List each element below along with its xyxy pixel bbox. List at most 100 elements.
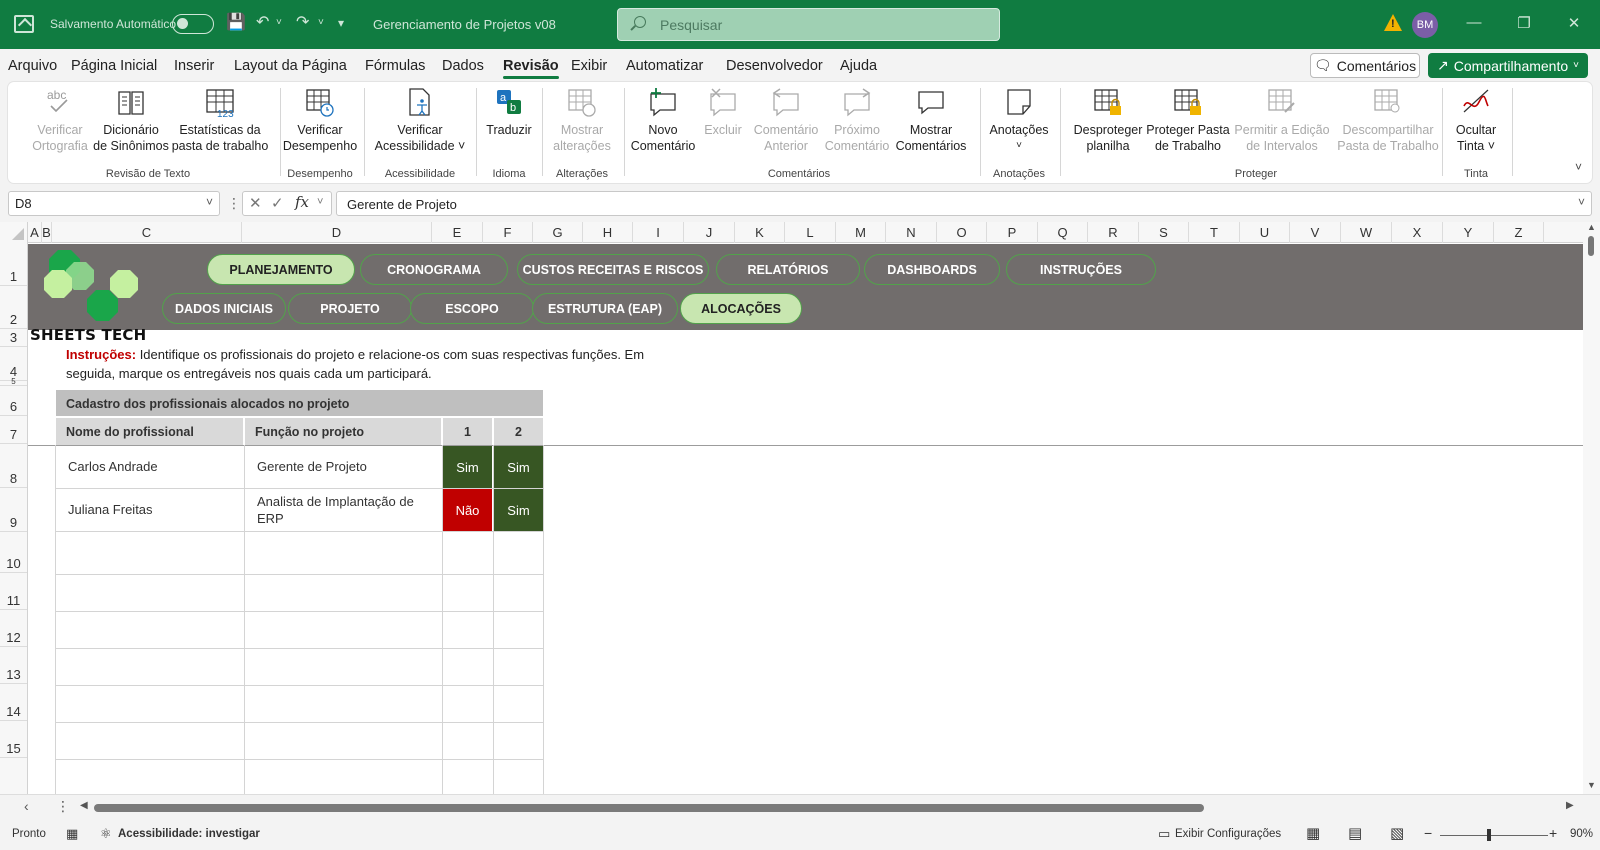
header-funcao[interactable]: Função no projeto bbox=[245, 418, 441, 445]
row-header[interactable]: 15 bbox=[0, 721, 27, 758]
row-header[interactable]: 9 bbox=[0, 488, 27, 532]
macro-record-icon[interactable]: ▦ bbox=[66, 826, 78, 842]
nav-pill[interactable]: DADOS INICIAIS bbox=[162, 293, 286, 324]
vertical-scroll-thumb[interactable] bbox=[1588, 236, 1594, 256]
tab-revisao[interactable]: Revisão bbox=[503, 58, 559, 79]
zoom-slider-knob[interactable] bbox=[1487, 829, 1491, 841]
name-box[interactable]: D8 ˅ bbox=[8, 191, 220, 216]
new-comment-button[interactable]: Novo Comentário bbox=[630, 86, 696, 154]
nav-pill[interactable]: PLANEJAMENTO bbox=[207, 254, 355, 285]
cell-entregavel-1[interactable]: Sim bbox=[443, 446, 492, 488]
close-icon[interactable]: ✕ bbox=[1564, 14, 1584, 32]
column-header[interactable]: H bbox=[583, 222, 633, 243]
column-header[interactable]: G bbox=[533, 222, 583, 243]
chevron-down-icon[interactable]: ˅ bbox=[206, 195, 213, 209]
column-header[interactable]: O bbox=[937, 222, 987, 243]
column-header[interactable]: E bbox=[432, 222, 483, 243]
zoom-out-icon[interactable]: − bbox=[1424, 825, 1432, 841]
column-header[interactable]: T bbox=[1189, 222, 1240, 243]
row-header[interactable]: 11 bbox=[0, 573, 27, 610]
tab-arquivo[interactable]: Arquivo bbox=[8, 58, 57, 74]
restore-icon[interactable]: ❐ bbox=[1514, 14, 1534, 32]
thesaurus-button[interactable]: Dicionário de Sinônimos bbox=[86, 86, 176, 154]
more-options-icon[interactable]: ⋮ bbox=[227, 195, 241, 212]
row-header[interactable]: 10 bbox=[0, 532, 27, 573]
minimize-icon[interactable]: — bbox=[1464, 14, 1484, 31]
column-header[interactable]: Z bbox=[1494, 222, 1544, 243]
insert-function-icon[interactable]: fx bbox=[295, 193, 309, 211]
delete-comment-button[interactable]: Excluir bbox=[698, 86, 748, 138]
column-header[interactable]: J bbox=[684, 222, 735, 243]
share-button[interactable]: ↗ Compartilhamento ˅ bbox=[1428, 53, 1588, 78]
accessibility-status[interactable]: Acessibilidade: investigar bbox=[118, 828, 260, 840]
horizontal-scroll-thumb[interactable] bbox=[94, 804, 1204, 812]
autosave-toggle[interactable] bbox=[172, 14, 214, 34]
expand-formula-icon[interactable]: ˅ bbox=[1578, 195, 1585, 209]
allow-edit-ranges-button[interactable]: Permitir a Edição de Intervalos bbox=[1230, 86, 1334, 154]
scroll-right-icon[interactable]: ▶ bbox=[1566, 800, 1574, 811]
avatar[interactable]: BM bbox=[1412, 12, 1438, 38]
zoom-slider[interactable] bbox=[1440, 835, 1548, 836]
row-header[interactable]: 7 bbox=[0, 416, 27, 444]
more-sheets-icon[interactable]: ⋮ bbox=[56, 798, 70, 815]
nav-pill[interactable]: ALOCAÇÕES bbox=[680, 293, 802, 324]
hide-ink-button[interactable]: Ocultar Tinta ˅ bbox=[1446, 86, 1506, 154]
redo-dropdown-icon[interactable]: ˅ bbox=[318, 13, 324, 33]
tab-ajuda[interactable]: Ajuda bbox=[840, 58, 877, 74]
row-header[interactable]: 14 bbox=[0, 684, 27, 721]
column-header[interactable]: W bbox=[1341, 222, 1392, 243]
scroll-left-icon[interactable]: ◀ bbox=[80, 800, 88, 811]
column-header[interactable]: L bbox=[785, 222, 836, 243]
next-comment-button[interactable]: Próximo Comentário bbox=[822, 86, 892, 154]
column-header[interactable]: B bbox=[42, 222, 52, 243]
row-header[interactable]: 12 bbox=[0, 610, 27, 647]
nav-pill[interactable]: CRONOGRAMA bbox=[360, 254, 508, 285]
redo-icon[interactable]: ↷ bbox=[296, 13, 309, 33]
undo-icon[interactable]: ↶ bbox=[256, 13, 269, 33]
vertical-scrollbar[interactable]: ▲ ▼ bbox=[1583, 222, 1600, 794]
nav-pill[interactable]: ESTRUTURA (EAP) bbox=[532, 293, 678, 324]
column-header[interactable]: X bbox=[1392, 222, 1443, 243]
column-header[interactable]: I bbox=[633, 222, 684, 243]
cell-nome[interactable]: Carlos Andrade bbox=[56, 445, 243, 488]
column-header[interactable]: D bbox=[242, 222, 432, 243]
column-header[interactable]: N bbox=[886, 222, 937, 243]
previous-sheet-icon[interactable]: ‹ bbox=[24, 798, 29, 814]
nav-pill[interactable]: INSTRUÇÕES bbox=[1006, 254, 1156, 285]
collapse-ribbon-icon[interactable]: ˅ bbox=[1575, 160, 1582, 174]
protect-workbook-button[interactable]: Proteger Pasta de Trabalho bbox=[1146, 86, 1230, 154]
header-entregavel-2[interactable]: 2 bbox=[494, 418, 543, 445]
search-box[interactable] bbox=[617, 8, 1000, 41]
cell-funcao[interactable]: Analista de Implantação de ERP bbox=[245, 488, 441, 531]
workbook-stats-button[interactable]: 123 Estatísticas da pasta de trabalho bbox=[168, 86, 272, 154]
column-header[interactable]: S bbox=[1139, 222, 1189, 243]
cell-funcao[interactable]: Gerente de Projeto bbox=[245, 445, 441, 488]
zoom-level[interactable]: 90% bbox=[1570, 828, 1593, 840]
tab-desenvolvedor[interactable]: Desenvolvedor bbox=[726, 58, 823, 74]
row-header[interactable]: 2 bbox=[0, 286, 27, 329]
page-break-view-icon[interactable]: ▧ bbox=[1390, 824, 1404, 842]
tab-inserir[interactable]: Inserir bbox=[174, 58, 214, 74]
column-header[interactable]: V bbox=[1290, 222, 1341, 243]
show-changes-button[interactable]: Mostrar alterações bbox=[544, 86, 620, 154]
display-settings-icon[interactable]: ▭ bbox=[1158, 826, 1170, 842]
column-header[interactable]: Q bbox=[1038, 222, 1088, 243]
select-all-corner[interactable] bbox=[0, 222, 28, 243]
column-header[interactable]: F bbox=[483, 222, 533, 243]
spreadsheet-grid[interactable]: ABCDEFGHIJKLMNOPQRSTUVWXYZ 1 2 3 4 5 6 7 8 9 10 11… bbox=[0, 222, 1600, 794]
column-header[interactable]: K bbox=[735, 222, 785, 243]
unshare-workbook-button[interactable]: Descompartilhar Pasta de Trabalho bbox=[1334, 86, 1442, 154]
column-header[interactable]: C bbox=[52, 222, 242, 243]
header-nome[interactable]: Nome do profissional bbox=[56, 418, 243, 445]
nav-pill[interactable]: PROJETO bbox=[288, 293, 412, 324]
chevron-down-icon[interactable]: ˅ bbox=[317, 196, 323, 208]
check-accessibility-button[interactable]: Verificar Acessibilidade ˅ bbox=[368, 86, 472, 154]
tab-pagina-inicial[interactable]: Página Inicial bbox=[71, 58, 157, 74]
nav-pill[interactable]: CUSTOS RECEITAS E RISCOS bbox=[517, 254, 709, 285]
customize-toolbar-icon[interactable]: ▾ bbox=[338, 13, 344, 33]
column-header[interactable]: R bbox=[1088, 222, 1139, 243]
comments-button[interactable]: 🗨 Comentários bbox=[1310, 53, 1420, 78]
nav-pill[interactable]: DASHBOARDS bbox=[864, 254, 1000, 285]
page-layout-view-icon[interactable]: ▤ bbox=[1348, 824, 1362, 842]
translate-button[interactable]: ab Traduzir bbox=[478, 86, 540, 138]
